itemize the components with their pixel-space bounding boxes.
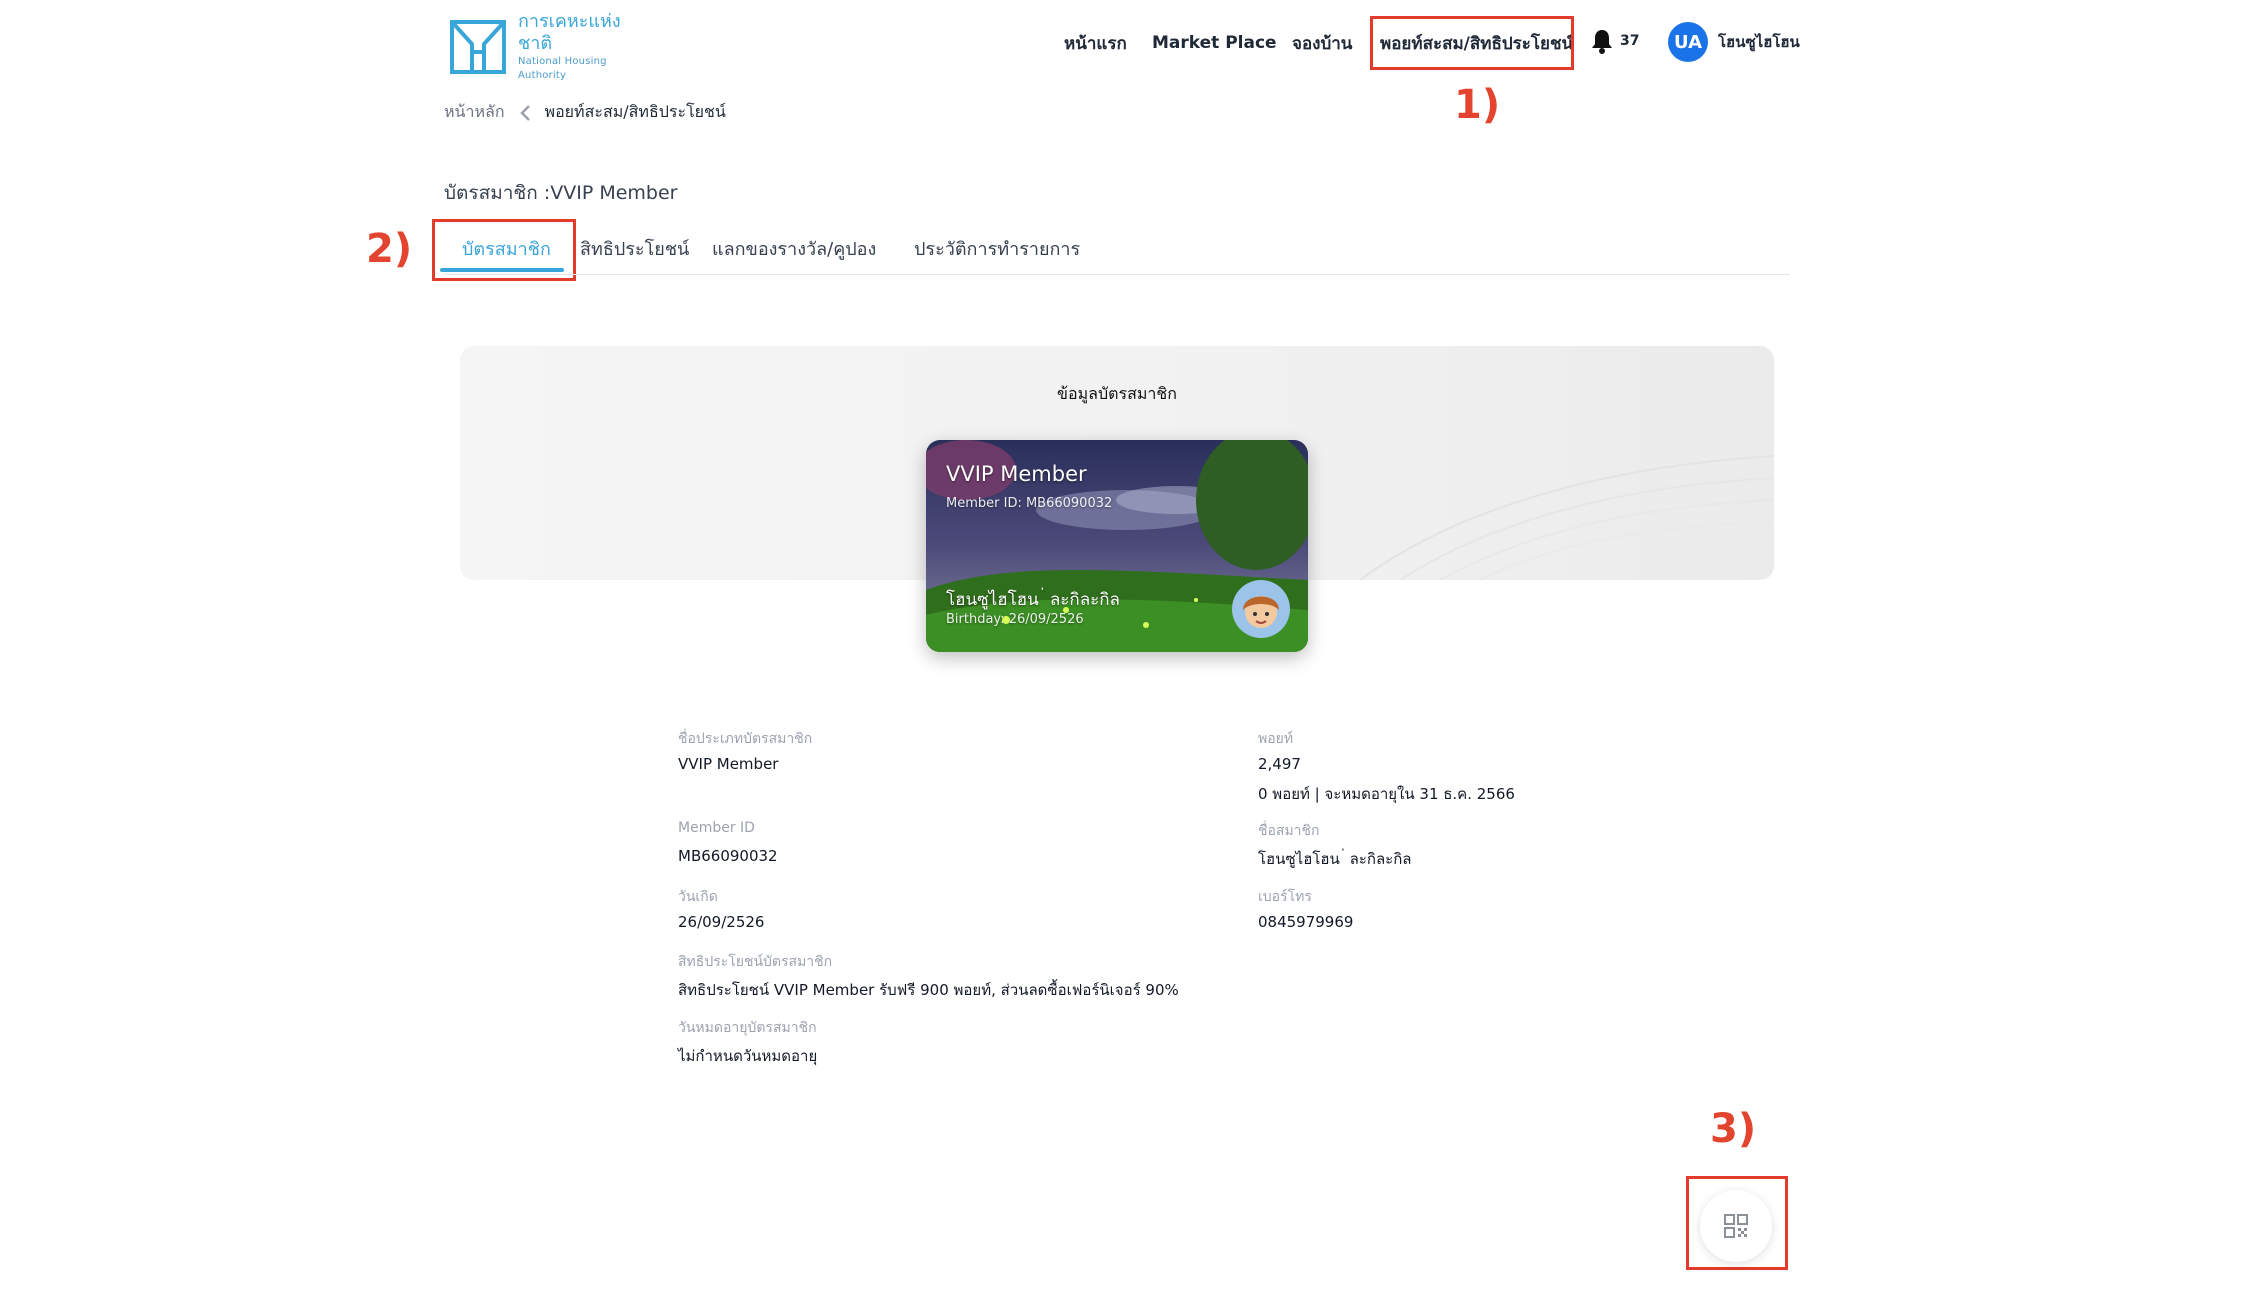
- points-value: 2,497: [1258, 755, 1301, 773]
- member-card: VVIP Member Member ID: MB66090032 โฮนซูไ…: [926, 440, 1308, 652]
- nav-market-place[interactable]: Market Place: [1152, 28, 1277, 58]
- card-expiry-label: วันหมดอายุบัตรสมาชิก: [678, 1020, 817, 1036]
- phone-value: 0845979969: [1258, 913, 1354, 931]
- points-expiry-note: 0 พอยท์ | จะหมดอายุใน 31 ธ.ค. 2566: [1258, 785, 1515, 803]
- chevron-left-icon: [519, 104, 530, 121]
- birthdate-label: วันเกิด: [678, 889, 718, 905]
- breadcrumb-home[interactable]: หน้าหลัก: [444, 100, 505, 125]
- banner-title: ข้อมูลบัตรสมาชิก: [1057, 384, 1177, 403]
- annotation-box-1: [1370, 16, 1574, 70]
- card-expiry-value: ไม่กำหนดวันหมดอายุ: [678, 1047, 818, 1065]
- notification-count: 37: [1620, 33, 1640, 49]
- card-tier: VVIP Member: [946, 462, 1087, 486]
- nha-logo-icon: [450, 20, 506, 74]
- nav-booking[interactable]: จองบ้าน: [1292, 28, 1352, 58]
- benefits-value: สิทธิประโยชน์ VVIP Member รับฟรี 900 พอย…: [678, 981, 1179, 999]
- breadcrumb-current: พอยท์สะสม/สิทธิประโยชน์: [544, 102, 726, 121]
- birthdate-value: 26/09/2526: [678, 913, 765, 931]
- page-title: บัตรสมาชิก :VVIP Member: [444, 182, 678, 204]
- qr-code-icon: [1724, 1214, 1748, 1238]
- notification-button[interactable]: 37: [1590, 28, 1639, 54]
- breadcrumb: หน้าหลัก พอยท์สะสม/สิทธิประโยชน์: [444, 100, 726, 125]
- tab-member-card[interactable]: บัตรสมาชิก: [462, 234, 551, 263]
- bell-icon: [1592, 30, 1612, 54]
- phone-label: เบอร์โทร: [1258, 889, 1312, 905]
- membership-type-label: ชื่อประเภทบัตรสมาชิก: [678, 731, 813, 747]
- annotation-label-1: 1): [1454, 82, 1501, 128]
- member-name-value: โฮนซูไฮโฮน ่ ละกิละกิล: [1258, 850, 1412, 868]
- annotation-label-2: 2): [366, 226, 413, 272]
- member-id-value: MB66090032: [678, 847, 778, 865]
- points-label: พอยท์: [1258, 731, 1294, 747]
- user-avatar: UA: [1668, 22, 1708, 62]
- active-tab-indicator: [440, 268, 564, 272]
- member-name-label: ชื่อสมาชิก: [1258, 823, 1320, 839]
- member-id-label: Member ID: [678, 820, 755, 836]
- card-birthday: Birthday: 26/09/2526: [946, 612, 1084, 627]
- user-menu[interactable]: UA โฮนซูไฮโฮน: [1668, 22, 1800, 62]
- benefits-label: สิทธิประโยชน์บัตรสมาชิก: [678, 954, 833, 970]
- card-avatar: [1232, 580, 1290, 638]
- tab-benefits[interactable]: สิทธิประโยชน์: [580, 234, 689, 263]
- user-name: โฮนซูไฮโฮน: [1718, 33, 1800, 51]
- tab-transaction-history[interactable]: ประวัติการทำรายการ: [914, 234, 1080, 263]
- cartoon-avatar-icon: [1243, 596, 1279, 628]
- qr-code-button[interactable]: [1700, 1190, 1772, 1262]
- logo-thai-text: การเคหะแห่งชาติ: [518, 11, 621, 54]
- logo-english-text: National Housing Authority: [518, 56, 607, 81]
- card-member-id: Member ID: MB66090032: [946, 496, 1113, 511]
- tab-redeem-rewards[interactable]: แลกของรางวัล/คูปอง: [712, 234, 876, 263]
- annotation-label-3: 3): [1710, 1106, 1757, 1152]
- tab-bar: บัตรสมาชิก สิทธิประโยชน์ แลกของรางวัล/คู…: [444, 226, 1790, 275]
- nav-home[interactable]: หน้าแรก: [1064, 28, 1127, 58]
- membership-type-value: VVIP Member: [678, 755, 779, 773]
- nha-logo[interactable]: การเคหะแห่งชาติ National Housing Authori…: [448, 11, 638, 81]
- card-member-name: โฮนซูไฮโฮน ่ ละกิละกิล: [946, 590, 1120, 610]
